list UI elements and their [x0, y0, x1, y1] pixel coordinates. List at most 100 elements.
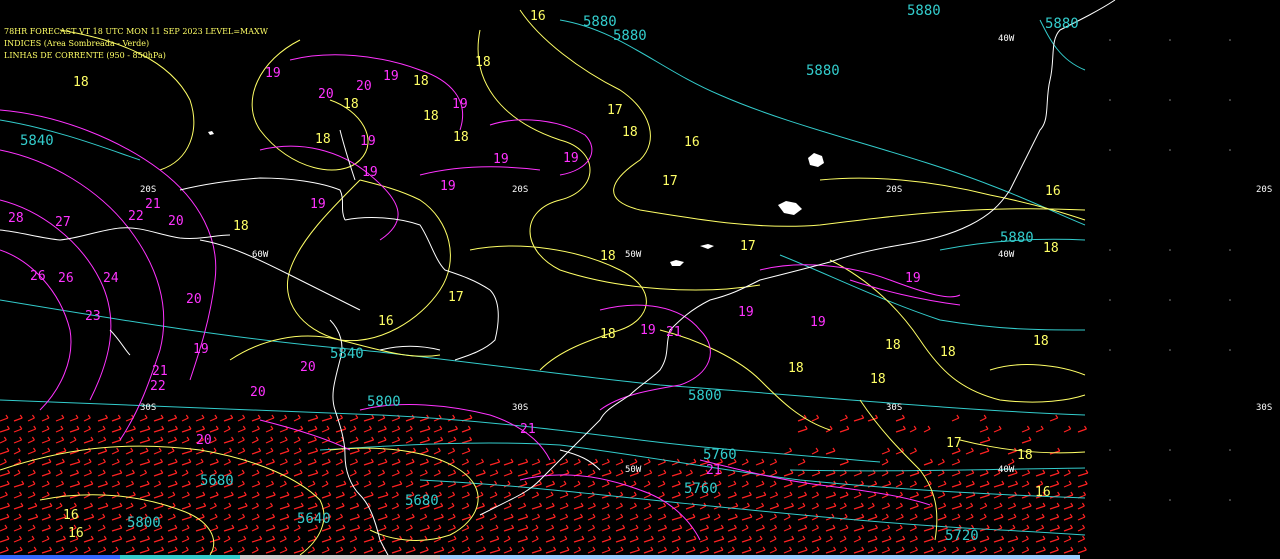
wind-barb-tick [552, 513, 556, 518]
wind-barb-tick [88, 524, 92, 529]
wind-barb [825, 527, 836, 532]
wind-barb-tick [539, 502, 543, 507]
wind-barb [853, 417, 864, 422]
wind-barb [587, 527, 595, 532]
wind-barb-tick [901, 546, 905, 551]
wind-barb [657, 549, 667, 554]
wind-barb [55, 461, 65, 466]
wind-barb [55, 527, 63, 532]
wind-barb [391, 472, 400, 477]
wind-barb-tick [90, 480, 94, 485]
wind-barb [825, 494, 836, 499]
wind-barb-tick [985, 469, 989, 474]
wind-barb [321, 494, 331, 499]
wind-barb [405, 461, 415, 466]
yellow-label: 18 [870, 372, 886, 387]
wind-barb [895, 549, 905, 554]
wind-barb [139, 494, 151, 499]
wind-barb-tick [61, 436, 65, 441]
wind-barb-tick [243, 491, 247, 496]
wind-barb-tick [88, 425, 92, 430]
wind-barb-tick [481, 513, 485, 518]
wind-barb-tick [327, 458, 331, 463]
wind-barb [923, 505, 933, 510]
wind-barb [1007, 483, 1018, 488]
wind-barb [825, 472, 836, 477]
wind-barb [783, 527, 792, 532]
yellow-label: 18 [788, 361, 804, 376]
wind-barb [391, 450, 400, 455]
wind-barb [769, 516, 777, 521]
wind-barb-tick [368, 524, 372, 529]
wind-barb-tick [73, 502, 77, 507]
wind-barb [1063, 516, 1073, 521]
wind-barb [1077, 505, 1085, 510]
wind-barb-tick [200, 458, 204, 463]
yellow-label: 18 [1043, 241, 1059, 256]
wind-barb [895, 538, 905, 543]
wind-barb-tick [1014, 469, 1018, 474]
wind-barb [181, 450, 193, 455]
wind-barb [811, 417, 819, 422]
wind-barb-tick [1056, 513, 1060, 518]
yellow-label: 18 [453, 130, 469, 145]
wind-barb [125, 439, 134, 444]
wind-barb-tick [256, 502, 260, 507]
wind-barb-tick [242, 513, 246, 518]
wind-barb [55, 439, 64, 444]
wind-barb-tick [606, 502, 610, 507]
wind-barb-tick [802, 535, 806, 540]
wind-barb [293, 472, 303, 477]
wind-barb-tick [577, 480, 581, 485]
wind-barb-tick [341, 502, 345, 507]
wind-barb-tick [536, 491, 540, 496]
wind-barb-tick [74, 546, 78, 551]
wind-barb [153, 494, 164, 499]
wind-barb-tick [693, 535, 697, 540]
wind-barb-tick [397, 425, 401, 430]
wind-barb [503, 505, 512, 510]
wind-barb [503, 494, 511, 499]
wind-barb-tick [105, 414, 109, 419]
wind-barb [615, 549, 624, 554]
wind-barb [41, 527, 51, 532]
magenta-label: 19 [193, 342, 209, 357]
wind-barb [405, 527, 413, 532]
wind-barb-tick [270, 447, 274, 452]
magenta-label: 19 [738, 305, 754, 320]
wind-barb [335, 549, 344, 554]
wind-barb [489, 461, 500, 466]
lon-50w-label: 50W [625, 250, 642, 260]
wind-barb [671, 538, 681, 543]
wind-barb-tick [397, 436, 401, 441]
wind-barb-tick [437, 469, 441, 474]
wind-barb-tick [368, 425, 372, 430]
wind-barb-tick [102, 425, 106, 430]
wind-barb [615, 461, 624, 466]
wind-barb-tick [17, 469, 21, 474]
wind-barb-tick [298, 447, 302, 452]
wind-barb-tick [1040, 480, 1044, 485]
wind-barb [447, 428, 458, 433]
grid-labels: 20S 20S 20S 20S 30S 30S 30S 30S 60W 50W … [140, 34, 1272, 475]
wind-barb [293, 494, 304, 499]
wind-barb [643, 483, 651, 488]
lat-20s-label-4: 20S [1256, 185, 1272, 195]
wind-barb-tick [538, 546, 542, 551]
wind-barb-tick [762, 469, 766, 474]
wind-barb [783, 516, 791, 521]
wind-barb [251, 428, 260, 433]
wind-barb-tick [255, 436, 259, 441]
wind-barb-tick [301, 546, 305, 551]
wind-barb-tick [525, 469, 529, 474]
wind-barb-tick [437, 447, 441, 452]
wind-barb-tick [269, 502, 273, 507]
wind-barb [209, 461, 219, 466]
wind-barb [489, 494, 498, 499]
wind-barb-tick [648, 502, 652, 507]
magenta-label: 20 [186, 292, 202, 307]
wind-barb [195, 450, 205, 455]
wind-barb-tick [87, 546, 91, 551]
wind-barb [83, 505, 93, 510]
wind-barb [377, 483, 386, 488]
